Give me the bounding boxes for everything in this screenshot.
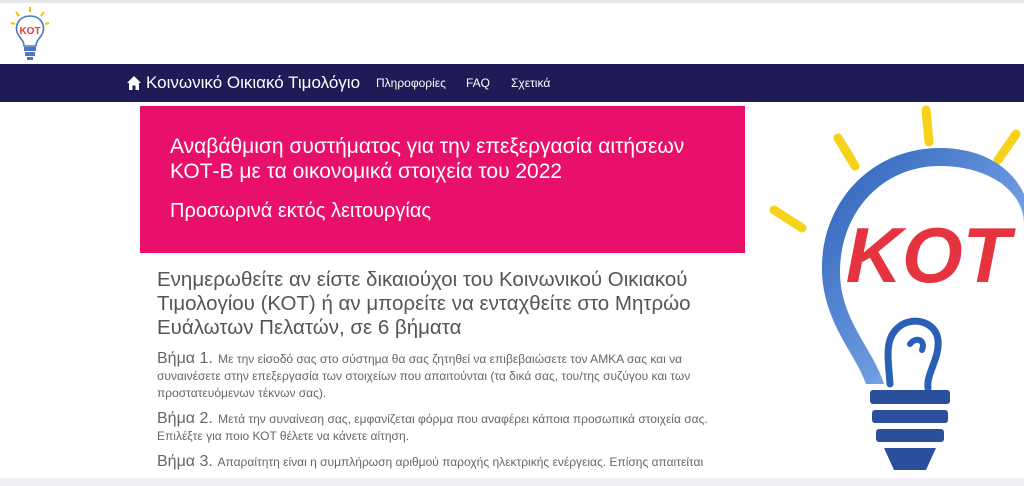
- brand-label: Κοινωνικό Οικιακό Τιμολόγιο: [146, 73, 361, 92]
- page-heading: Ενημερωθείτε αν είστε δικαιούχοι του Κοι…: [157, 268, 691, 339]
- nav-about-link[interactable]: Σχετικά: [511, 64, 550, 102]
- site-logo[interactable]: KOT: [8, 6, 52, 62]
- step-2-label: Βήμα 2.: [157, 410, 213, 427]
- banner-subtitle: Προσωρινά εκτός λειτουργίας: [170, 200, 432, 222]
- banner-title: Αναβάθμιση συστήματος για την επεξεργασί…: [170, 135, 685, 183]
- kot-lightbulb-illustration: KOT: [760, 104, 1024, 480]
- announcement-banner: Αναβάθμιση συστήματος για την επεξεργασί…: [140, 106, 745, 253]
- step-1: Βήμα 1. Με την είσοδό σας στο σύστημα θα…: [157, 350, 737, 402]
- home-icon: [127, 76, 141, 90]
- kot-lightbulb-icon: KOT: [769, 105, 1024, 470]
- svg-text:KOT: KOT: [846, 211, 1017, 299]
- step-3-label: Βήμα 3.: [157, 453, 213, 470]
- step-1-label: Βήμα 1.: [157, 350, 213, 367]
- brand-home-link[interactable]: Κοινωνικό Οικιακό Τιμολόγιο: [126, 64, 360, 102]
- step-1-text: Με την είσοδό σας στο σύστημα θα σας ζητ…: [157, 352, 691, 400]
- step-2-text: Μετά την συναίνεση σας, εμφανίζεται φόρμ…: [157, 412, 708, 443]
- nav-faq-link[interactable]: FAQ: [466, 64, 490, 102]
- step-2: Βήμα 2. Μετά την συναίνεση σας, εμφανίζε…: [157, 410, 737, 445]
- top-navbar: Κοινωνικό Οικιακό Τιμολόγιο Πληροφορίες …: [0, 64, 1024, 102]
- nav-info-link[interactable]: Πληροφορίες: [376, 64, 446, 102]
- svg-text:KOT: KOT: [19, 26, 40, 37]
- bottom-scroll-area: [0, 478, 1024, 486]
- kot-bulb-logo-icon: KOT: [10, 7, 50, 60]
- top-border: [0, 0, 1024, 3]
- main-content: Ενημερωθείτε αν είστε δικαιούχοι του Κοι…: [157, 268, 737, 471]
- step-3: Βήμα 3. Απαραίτητη είναι η συμπλήρωση αρ…: [157, 453, 737, 471]
- step-3-text: Απαραίτητη είναι η συμπλήρωση αριθμού πα…: [217, 455, 704, 469]
